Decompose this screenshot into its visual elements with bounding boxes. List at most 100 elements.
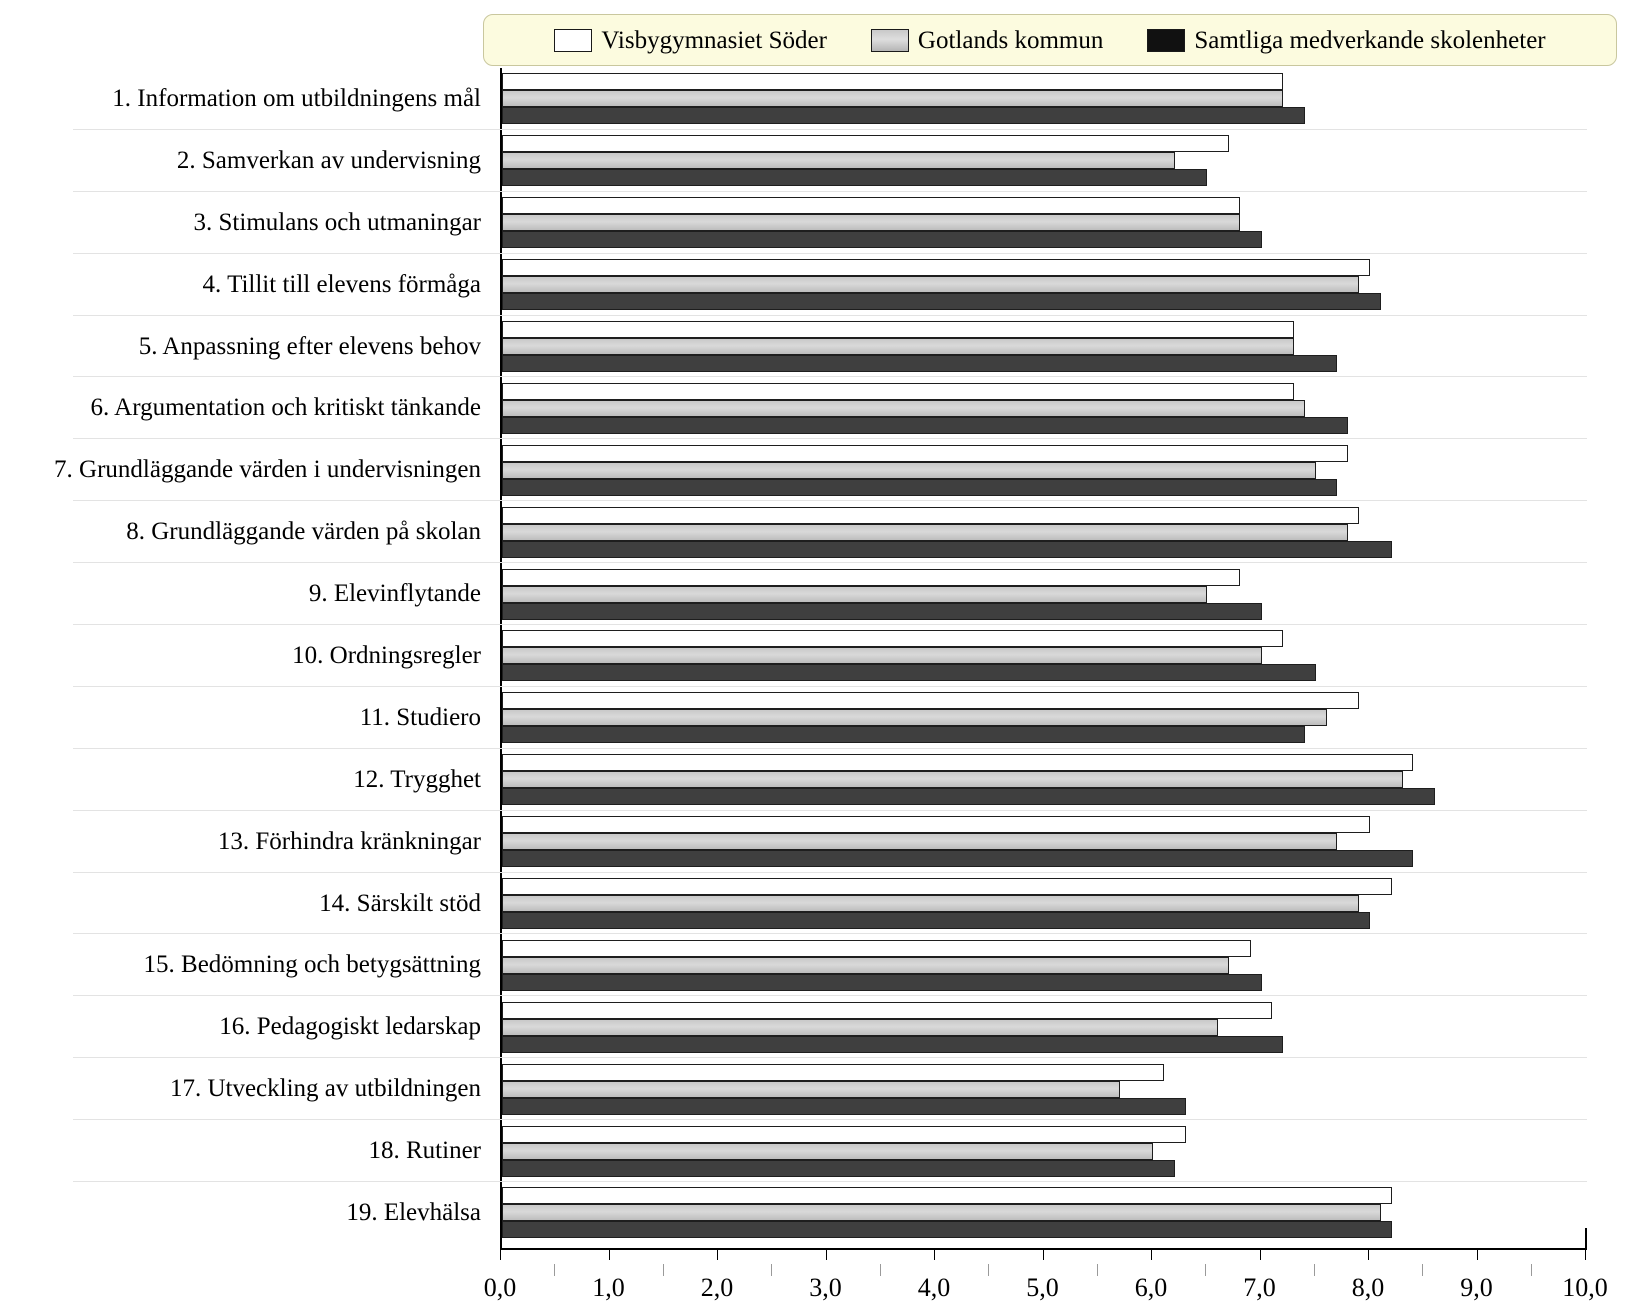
x-tick-label: 2,0 <box>700 1273 734 1302</box>
bar-group <box>502 380 1617 436</box>
bar-series-0 <box>502 197 1240 215</box>
x-tick-major <box>1476 1250 1478 1260</box>
bar-row: 9. Elevinflytande <box>73 563 1617 626</box>
bar-series-0 <box>502 73 1284 91</box>
legend-entry-gotlands-kommun: Gotlands kommun <box>870 28 1103 53</box>
bar-series-1 <box>502 276 1360 294</box>
bar-row: 13. Förhindra kränkningar <box>73 811 1617 873</box>
bar-row: 12. Trygghet <box>73 749 1617 811</box>
category-label: 14. Särskilt stöd <box>319 889 481 917</box>
bar-series-1 <box>502 1080 1121 1098</box>
legend-entry-samtliga-medverkande-skolenheter: Samtliga medverkande skolenheter <box>1147 28 1546 53</box>
category-label: 8. Grundläggande värden på skolan <box>126 518 481 546</box>
bar-series-0 <box>502 754 1414 772</box>
legend-entry-visbygymnasiet-soder: Visbygymnasiet Söder <box>554 28 827 53</box>
category-label: 6. Argumentation och kritiskt tänkande <box>90 394 481 422</box>
bar-series-0 <box>502 878 1392 896</box>
x-tick-label: 0,0 <box>483 1273 517 1302</box>
category-label: 7. Grundläggande värden i undervisningen <box>54 456 481 484</box>
category-label: 18. Rutiner <box>368 1137 482 1165</box>
category-label: 13. Förhindra kränkningar <box>217 827 481 855</box>
bar-series-1 <box>502 585 1208 603</box>
bar-series-1 <box>502 338 1295 355</box>
bar-series-1 <box>502 895 1360 913</box>
bar-group <box>502 752 1617 808</box>
bar-series-2 <box>502 726 1305 744</box>
bar-series-1 <box>502 709 1327 727</box>
bar-series-2 <box>502 540 1392 558</box>
category-label: 4. Tillit till elevens förmåga <box>202 270 481 298</box>
bar-series-0 <box>502 1187 1392 1205</box>
x-tick-major <box>825 1250 827 1260</box>
bar-series-1 <box>502 461 1316 479</box>
legend-label-series-0: Visbygymnasiet Söder <box>601 26 827 54</box>
x-tick-label: 4,0 <box>917 1273 951 1302</box>
category-label: 11. Studiero <box>359 703 481 731</box>
x-tick-label: 8,0 <box>1351 1273 1385 1302</box>
bar-series-0 <box>502 135 1229 153</box>
bar-row: 4. Tillit till elevens förmåga <box>73 254 1617 316</box>
bar-group <box>502 937 1617 993</box>
category-label: 3. Stimulans och utmaningar <box>193 208 481 236</box>
bar-series-1 <box>502 956 1229 974</box>
bar-series-2 <box>502 664 1316 682</box>
x-tick-label: 6,0 <box>1134 1273 1168 1302</box>
x-tick-major <box>717 1250 718 1260</box>
bar-row: 14. Särskilt stöd <box>73 873 1617 935</box>
legend-swatch-icon-series-2 <box>1147 28 1186 52</box>
bar-row: 11. Studiero <box>73 687 1617 749</box>
x-tick-major <box>1042 1250 1044 1260</box>
bar-group <box>502 504 1617 560</box>
bar-series-2 <box>502 293 1381 311</box>
category-label: 10. Ordningsregler <box>292 641 481 669</box>
bar-series-0 <box>502 568 1240 586</box>
bar-series-1 <box>502 90 1284 108</box>
bar-group <box>502 1123 1617 1179</box>
x-tick-label: 7,0 <box>1243 1273 1276 1302</box>
x-tick-label: 1,0 <box>592 1273 625 1302</box>
bar-series-0 <box>502 259 1370 277</box>
bar-series-2 <box>502 231 1262 249</box>
category-label: 19. Elevhälsa <box>346 1198 481 1226</box>
bar-series-1 <box>502 1018 1219 1036</box>
bar-group <box>502 442 1617 498</box>
bar-series-2 <box>502 169 1208 187</box>
bar-row: 10. Ordningsregler <box>73 625 1617 687</box>
bar-row: 15. Bedömning och betygsättning <box>73 934 1617 997</box>
x-tick-major <box>1585 1250 1586 1260</box>
bar-series-1 <box>502 523 1349 541</box>
bar-chart-plot: 1. Information om utbildningens mål 2. Sa… <box>54 68 1617 1302</box>
bar-series-1 <box>502 399 1305 417</box>
x-tick-label: 9,0 <box>1460 1273 1493 1302</box>
category-label: 9. Elevinflytande <box>308 580 481 608</box>
category-label: 1. Information om utbildningens mål <box>112 84 481 112</box>
bar-series-2 <box>502 416 1349 434</box>
bar-series-2 <box>502 788 1436 806</box>
x-tick-major <box>608 1250 610 1260</box>
bar-series-0 <box>502 321 1295 338</box>
bar-series-0 <box>502 939 1251 957</box>
bar-series-1 <box>502 152 1175 170</box>
bar-series-0 <box>502 506 1360 524</box>
bar-series-2 <box>502 107 1305 125</box>
bar-series-0 <box>502 1063 1164 1081</box>
x-tick-label: 5,0 <box>1026 1273 1059 1302</box>
category-label: 17. Utveckling av utbildningen <box>169 1075 481 1103</box>
chart-legend: Visbygymnasiet Söder Gotlands kommun Sam… <box>483 14 1617 66</box>
legend-swatch-icon-series-1 <box>870 28 909 52</box>
bar-group <box>502 1185 1617 1241</box>
bar-series-2 <box>502 1221 1392 1239</box>
bar-series-2 <box>502 478 1338 496</box>
bar-row: 3. Stimulans och utmaningar <box>73 192 1617 254</box>
bar-group <box>502 566 1617 622</box>
bar-row: 8. Grundläggande värden på skolan <box>73 501 1617 564</box>
chart-page: Visbygymnasiet Söder Gotlands kommun Sam… <box>0 0 1635 1312</box>
bar-series-2 <box>502 973 1262 991</box>
x-tick-major <box>1259 1250 1261 1260</box>
bar-row: 2. Samverkan av undervisning <box>73 130 1617 192</box>
x-tick-major <box>1151 1250 1152 1260</box>
bar-group <box>502 999 1617 1055</box>
bar-series-1 <box>502 1142 1153 1160</box>
category-label: 5. Anpassning efter elevens behov <box>138 332 481 360</box>
bar-group <box>502 257 1617 313</box>
